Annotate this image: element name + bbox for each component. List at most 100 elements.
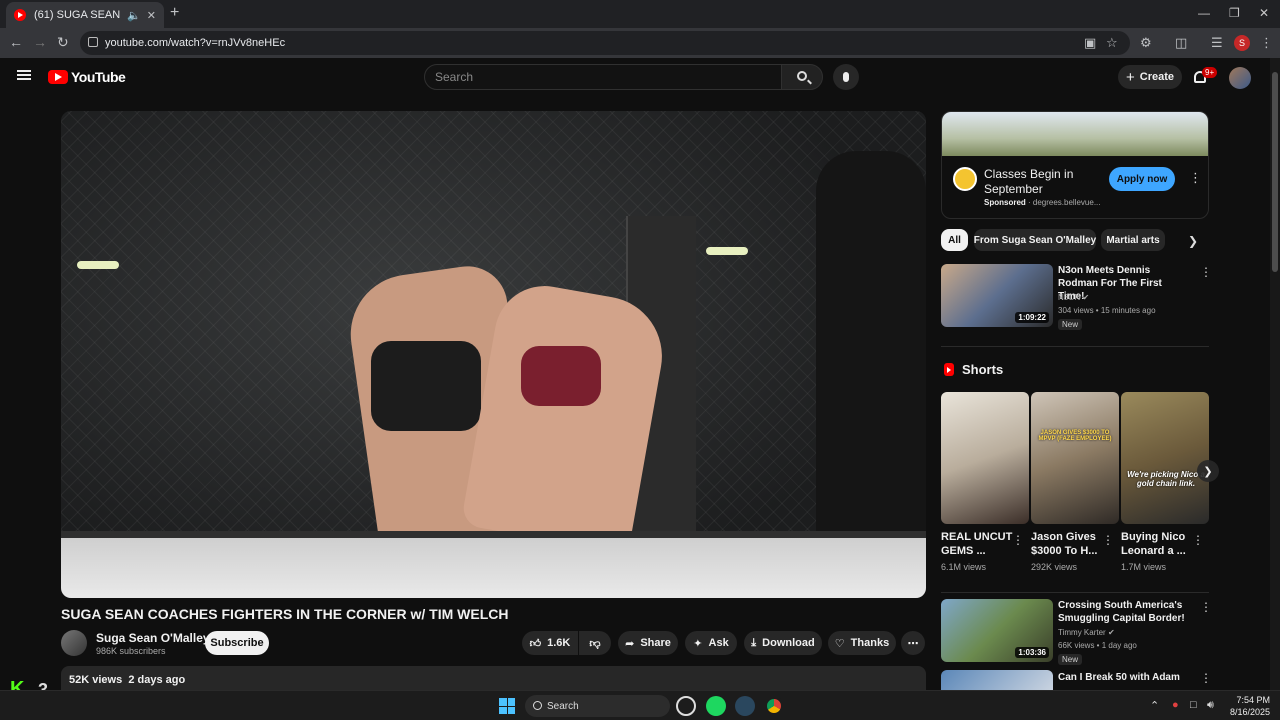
- short-title[interactable]: REAL UNCUT GEMS ...: [941, 530, 1019, 558]
- thumbs-down-icon: 👎︎: [589, 637, 601, 650]
- volume-icon[interactable]: 🔊︎: [1207, 699, 1214, 712]
- channel-label: Timmy Karter: [1058, 628, 1106, 637]
- system-clock[interactable]: 7:54 PM 8/16/2025: [1226, 694, 1270, 718]
- address-bar[interactable]: youtube.com/watch?v=rnJVv8neHEc: [80, 31, 1130, 55]
- bookmark-star-icon[interactable]: ☆: [1106, 35, 1118, 51]
- thanks-button[interactable]: ♡ Thanks: [828, 631, 896, 655]
- channel-name[interactable]: Suga Sean O'Malley: [96, 631, 210, 645]
- extensions-icon[interactable]: ⚙: [1140, 35, 1152, 51]
- restore-icon[interactable]: ❐: [1229, 6, 1240, 20]
- speaker-icon[interactable]: 🔈: [127, 9, 141, 22]
- short-thumbnail[interactable]: JASON GIVES $3000 TO MPVP (FAZE EMPLOYEE…: [1031, 392, 1119, 524]
- related-meta: 66K views • 1 day ago: [1058, 641, 1137, 650]
- close-window-icon[interactable]: ✕: [1259, 6, 1269, 20]
- related-thumbnail[interactable]: [941, 670, 1053, 690]
- apply-now-button[interactable]: Apply now: [1109, 167, 1175, 191]
- search-input[interactable]: Search: [424, 64, 782, 90]
- view-count: 52K views: [69, 674, 123, 686]
- short-title[interactable]: Buying Nico Leonard a ...: [1121, 530, 1199, 558]
- search-button[interactable]: [781, 64, 823, 90]
- more-icon[interactable]: ⋮: [1200, 265, 1212, 279]
- short-thumbnail[interactable]: [941, 392, 1029, 524]
- close-tab-icon[interactable]: ✕: [147, 9, 156, 22]
- plus-icon: +: [1125, 68, 1135, 86]
- download-button[interactable]: ⤓ Download: [744, 631, 822, 655]
- tray-chevron-icon[interactable]: ⌃: [1150, 699, 1159, 712]
- cast-icon[interactable]: ▣: [1084, 35, 1096, 51]
- page-scrollbar[interactable]: [1270, 58, 1280, 690]
- reload-icon[interactable]: ↻: [57, 34, 69, 51]
- create-button[interactable]: + Create: [1118, 65, 1182, 89]
- ask-label: Ask: [708, 637, 729, 649]
- notifications-badge: 9+: [1202, 67, 1218, 78]
- youtube-header: YouTube Search + Create: [0, 58, 1270, 96]
- related-thumbnail[interactable]: 1:03:36: [941, 599, 1053, 662]
- ask-button[interactable]: ✦ Ask: [685, 631, 737, 655]
- sponsored-label: Sponsored: [984, 198, 1026, 207]
- more-icon[interactable]: ⋮: [1012, 533, 1024, 547]
- subscribe-button[interactable]: Subscribe: [205, 631, 269, 655]
- verified-icon: ✔: [1107, 628, 1115, 637]
- fighter-shorts: [521, 346, 601, 406]
- related-channel[interactable]: N3ON ✔: [1058, 293, 1089, 302]
- ad-more-icon[interactable]: ⋮: [1189, 170, 1202, 186]
- share-button[interactable]: ➦ Share: [618, 631, 678, 655]
- browser-tab-bar: (61) SUGA SEAN COACHES 🔈 ✕ + — ❐ ✕: [0, 0, 1280, 28]
- more-actions-button[interactable]: ⋯: [901, 631, 925, 655]
- sponsored-ad-card[interactable]: Classes Begin in September Sponsored · d…: [941, 111, 1209, 219]
- video-player[interactable]: [61, 111, 926, 598]
- related-channel[interactable]: Timmy Karter ✔: [1058, 628, 1115, 637]
- voice-search-button[interactable]: [833, 64, 859, 90]
- youtube-logo[interactable]: YouTube: [48, 69, 126, 85]
- ad-title[interactable]: Classes Begin in September: [984, 167, 1104, 197]
- mic-icon: [843, 72, 849, 82]
- scrollbar-thumb[interactable]: [1272, 72, 1278, 272]
- taskbar-search[interactable]: Search: [525, 695, 670, 717]
- spotify-icon[interactable]: [706, 696, 726, 716]
- description-box[interactable]: 52K views 2 days ago: [61, 666, 926, 692]
- short-thumbnail[interactable]: We're picking Nico a gold chain link.: [1121, 392, 1209, 524]
- site-info-icon[interactable]: [88, 37, 98, 47]
- steam-icon[interactable]: [735, 696, 755, 716]
- more-icon: ⋯: [907, 637, 919, 650]
- reading-list-icon[interactable]: ☰: [1211, 35, 1223, 51]
- related-thumbnail[interactable]: 1:09:22: [941, 264, 1053, 327]
- monitor-icon[interactable]: □: [1190, 699, 1197, 711]
- channel-avatar[interactable]: [61, 630, 87, 656]
- minimize-icon[interactable]: —: [1198, 6, 1210, 20]
- dislike-button[interactable]: 👎︎: [579, 631, 611, 655]
- account-avatar[interactable]: [1229, 67, 1251, 89]
- chip-from-channel[interactable]: From Suga Sean O'Malley: [974, 229, 1096, 251]
- cage-floor: [61, 538, 926, 598]
- chrome-icon[interactable]: [764, 696, 784, 716]
- referee-figure: [816, 151, 926, 531]
- shorts-label: Shorts: [962, 362, 1004, 377]
- chip-all[interactable]: All: [941, 229, 968, 251]
- split-view-icon[interactable]: ◫: [1175, 35, 1187, 51]
- more-icon[interactable]: ⋮: [1192, 533, 1204, 547]
- related-title[interactable]: Can I Break 50 with Adam: [1058, 671, 1188, 684]
- ad-banner-image: [942, 112, 1208, 156]
- more-icon[interactable]: ⋮: [1200, 671, 1212, 685]
- search-icon: [797, 71, 807, 81]
- browser-tab[interactable]: (61) SUGA SEAN COACHES 🔈 ✕: [6, 2, 164, 28]
- share-icon: ➦: [625, 637, 635, 650]
- clock-date: 8/16/2025: [1229, 707, 1270, 717]
- more-icon[interactable]: ⋮: [1102, 533, 1114, 547]
- taskbar-app-icon[interactable]: [676, 696, 696, 716]
- chip-martial-arts[interactable]: Martial arts: [1101, 229, 1165, 251]
- chevron-right-icon[interactable]: ❯: [1188, 234, 1198, 248]
- more-icon[interactable]: ⋮: [1200, 600, 1212, 614]
- chrome-profile-avatar[interactable]: S: [1234, 35, 1250, 51]
- back-icon[interactable]: ←: [9, 34, 23, 50]
- like-button[interactable]: 👍︎ 1.6K: [522, 631, 578, 655]
- forward-icon[interactable]: →: [33, 34, 47, 50]
- chrome-menu-icon[interactable]: ⋮: [1260, 35, 1273, 51]
- windows-start-icon[interactable]: [499, 698, 515, 714]
- new-tab-button[interactable]: +: [170, 4, 179, 22]
- menu-icon[interactable]: [17, 70, 31, 80]
- related-title[interactable]: Crossing South America's Smuggling Capit…: [1058, 599, 1188, 625]
- short-title[interactable]: Jason Gives $3000 To H...: [1031, 530, 1109, 558]
- shorts-next-button[interactable]: ❯: [1197, 460, 1219, 482]
- microphone-icon[interactable]: ●: [1172, 699, 1179, 711]
